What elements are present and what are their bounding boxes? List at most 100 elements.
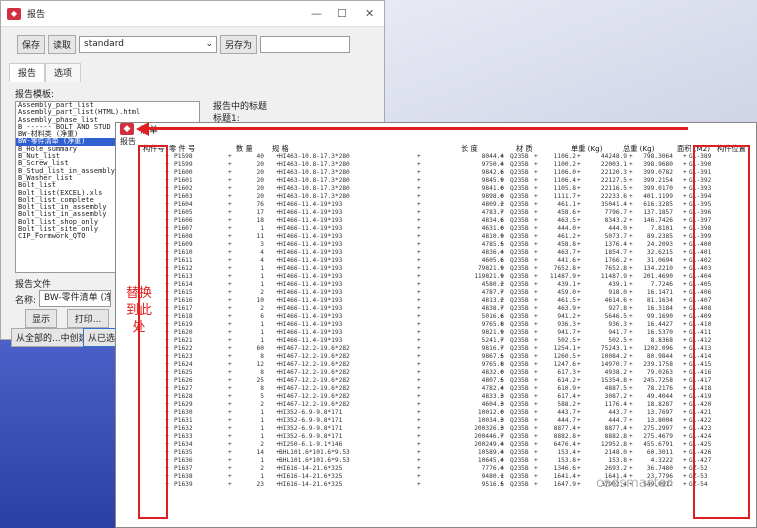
table-cell: 798.3064 [643,153,673,160]
table-cell: 444.0 [608,225,627,232]
table-cell: HI466-11.4-19*193 [279,225,343,232]
table-cell: 936.3 [608,321,627,328]
separator: + [534,241,538,248]
separator: + [417,225,421,232]
separator: + [228,425,232,432]
separator: + [534,457,538,464]
separator: + [683,425,687,432]
table-cell: P1612 [174,265,193,272]
table-row: + + + + + + + + + P1633 1 HI352-6.9-9.8*171 200446.7… [116,433,756,441]
table-cell: P1634 [174,441,193,448]
separator: + [683,289,687,296]
table-cell: 1854.7 [604,249,627,256]
separator: + [577,409,581,416]
separator: + [629,401,633,408]
separator: + [417,193,421,200]
separator: + [683,385,687,392]
print-button[interactable]: 打印... [67,309,109,328]
create-from-all-button[interactable]: 从全部的...中创建 [11,328,93,347]
close-button[interactable]: ✕ [365,7,374,20]
table-cell: 3 [260,241,264,248]
separator: + [577,425,581,432]
table-cell: 4813.2 [481,297,504,304]
name-field[interactable]: BW-零件清单 (净重 [39,290,111,307]
table-cell: HI352-6.9-9.8*171 [279,409,343,416]
saveas-button[interactable]: 另存为 [220,35,258,54]
table-row: + + + + + + + + + P1630 1 HI352-6.9-9.8*171 10012.0 Q… [116,409,756,417]
table-cell: 4809.2 [481,201,504,208]
separator: + [629,369,633,376]
table-cell: P1602 [174,185,193,192]
separator: + [577,353,581,360]
table-cell: HI352-6.9-9.8*171 [279,433,343,440]
table-row: + + + + + + + + + P1609 3 HI466-11.4-19*193 4785.5 Q2… [116,241,756,249]
separator: + [534,273,538,280]
separator: + [534,225,538,232]
table-cell: 9867.5 [481,353,504,360]
separator: + [534,337,538,344]
table-cell: Q235B [510,193,529,200]
separator: + [228,401,232,408]
separator: + [577,345,581,352]
table-row: + + + + + + + + + P1598 40 HI463-10.8-17.3*280 8044.… [116,153,756,161]
table-cell: Q235B [510,337,529,344]
table-row: + + + + + + + + + P1602 20 HI463-10.8-17.3*280 9841.… [116,185,756,193]
table-cell: P1633 [174,433,193,440]
table-cell: P1609 [174,241,193,248]
saveas-input[interactable] [260,36,351,53]
table-row: + + + + + + + + + P1617 2 HI466-11.4-19*193 4838.7 Q2… [116,305,756,313]
table-cell: 1346.6 [553,465,576,472]
separator: + [577,297,581,304]
table-cell: 1 [260,457,264,464]
tab-options[interactable]: 选项 [45,63,82,82]
separator: + [683,393,687,400]
separator: + [629,329,633,336]
separator: + [683,441,687,448]
table-cell: 18 [256,217,264,224]
separator: + [577,153,581,160]
table-cell: 78.2176 [646,385,673,392]
table-row: + + + + + + + + + P1618 6 HI466-11.4-19*193 5016.6 Q2… [116,313,756,321]
table-row: + + + + + + + + + P1605 17 HI466-11.4-19*193 4783.7 Q… [116,209,756,217]
load-button[interactable]: 读取 [48,35,77,54]
table-cell: 4614.6 [604,297,627,304]
table-cell: P1608 [174,233,193,240]
separator: + [228,169,232,176]
separator: + [577,449,581,456]
separator: + [629,425,633,432]
table-cell: HI463-10.8-17.3*280 [279,193,350,200]
separator: + [629,353,633,360]
separator: + [534,393,538,400]
separator: + [534,185,538,192]
separator: + [228,329,232,336]
table-cell: P1605 [174,209,193,216]
table-cell: P1624 [174,361,193,368]
table-cell: HI250-6.1-9.1*146 [279,441,343,448]
separator: + [417,169,421,176]
report-title: 报告 [27,10,46,20]
minimize-button[interactable]: — [311,7,322,20]
table-cell: Q235B [510,465,529,472]
table-cell: Q235B [510,377,529,384]
separator: + [683,473,687,480]
table-cell: Q235B [510,369,529,376]
table-cell: P1600 [174,169,193,176]
table-row: + + + + + + + + + P1623 8 HI467-12.2-19.6*282 9867.5… [116,353,756,361]
separator: + [534,433,538,440]
table-cell: 7.8101 [650,225,673,232]
separator: + [534,417,538,424]
table-cell: HI466-11.4-19*193 [279,281,343,288]
table-cell: 4580.2 [481,281,504,288]
parts-table: 构件号零 件 号数 量规 格长 度材 质单重 (Kg) 总重 (Kg) 面积 (M2… [116,145,756,489]
separator: + [534,385,538,392]
table-cell: 1 [260,337,264,344]
show-button[interactable]: 显示 [25,309,57,328]
separator: + [577,289,581,296]
table-cell: HI466-11.4-19*193 [279,337,343,344]
separator: + [534,297,538,304]
save-button[interactable]: 保存 [17,35,46,54]
preset-select[interactable]: standard ⌄ [79,36,218,53]
maximize-button[interactable]: ☐ [337,7,347,20]
table-cell: 275.2997 [643,425,673,432]
tab-report[interactable]: 报告 [9,63,46,82]
